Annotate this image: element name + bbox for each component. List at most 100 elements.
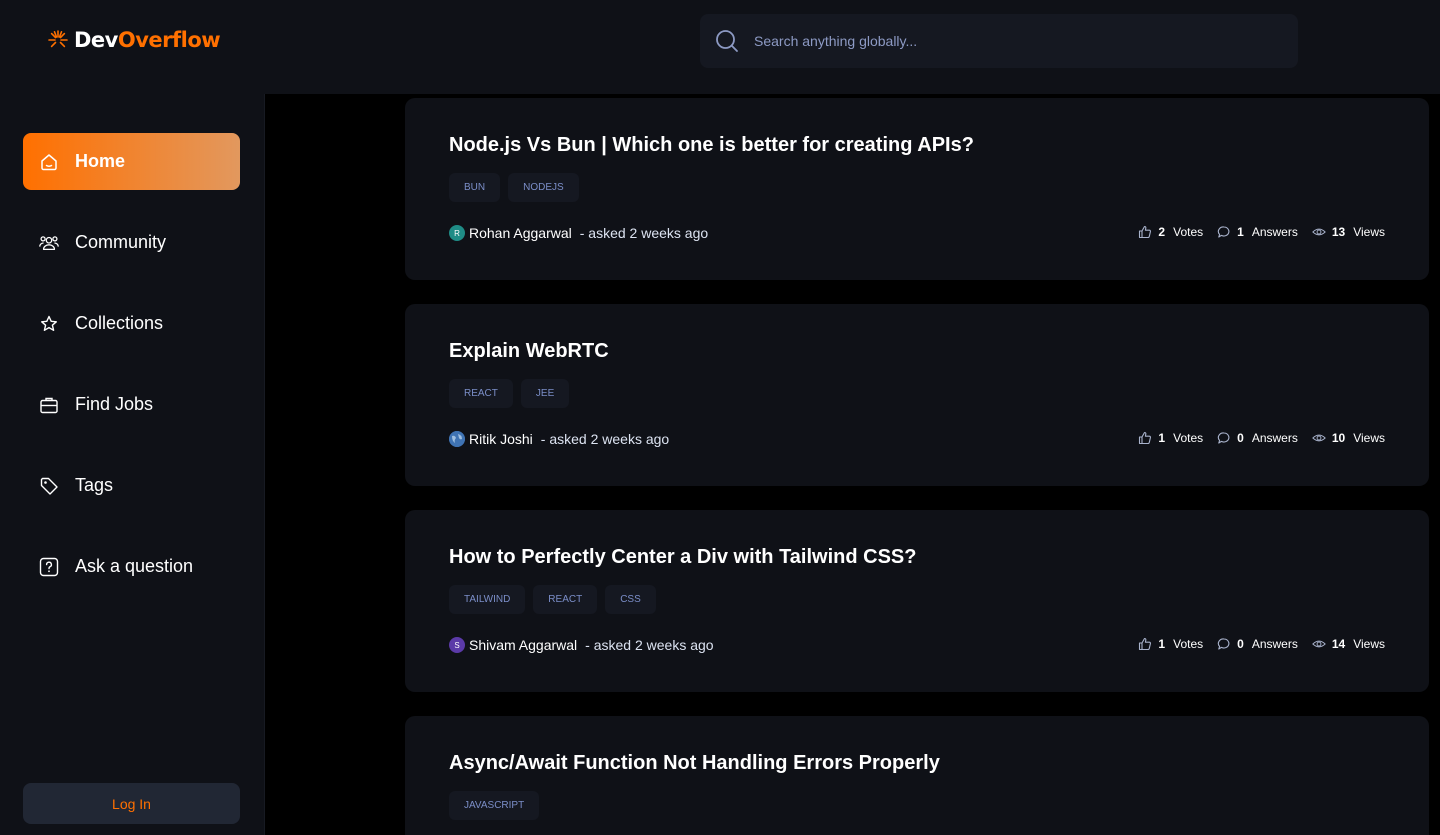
thumbs-up-icon — [1138, 637, 1152, 651]
sidebar-item-collections[interactable]: Collections — [23, 295, 240, 352]
views-count: 13 — [1331, 225, 1346, 239]
answers-label: Answers — [1251, 431, 1298, 445]
avatar[interactable]: R — [449, 225, 465, 241]
answers-stat: 1 Answers — [1217, 225, 1298, 239]
question-stats: 1 Votes 0 Answers 14 Views — [1138, 637, 1385, 651]
views-count: 10 — [1331, 431, 1346, 445]
avatar[interactable]: S — [449, 637, 465, 653]
question-title[interactable]: How to Perfectly Center a Div with Tailw… — [449, 546, 916, 569]
author-name[interactable]: Ritik Joshi — [469, 431, 533, 447]
login-button[interactable]: Log In — [23, 783, 240, 824]
votes-label: Votes — [1173, 637, 1204, 651]
tag-badge[interactable]: JEE — [520, 379, 570, 408]
question-stats: 2 Votes 1 Answers 13 Views — [1138, 225, 1385, 239]
answers-label: Answers — [1251, 225, 1298, 239]
thumbs-up-icon — [1138, 431, 1152, 445]
votes-count: 1 — [1158, 637, 1166, 651]
comment-icon — [1217, 637, 1231, 651]
eye-icon — [1312, 431, 1326, 445]
question-meta: S Shivam Aggarwal - asked 2 weeks ago — [449, 637, 714, 653]
tag-badge[interactable]: JAVASCRIPT — [449, 791, 540, 820]
sidebar-item-community[interactable]: Community — [23, 214, 240, 271]
question-title[interactable]: Async/Await Function Not Handling Errors… — [449, 752, 940, 775]
views-count: 14 — [1331, 637, 1346, 651]
votes-label: Votes — [1173, 431, 1204, 445]
comment-icon — [1217, 431, 1231, 445]
votes-stat: 1 Votes — [1138, 431, 1203, 445]
logo-icon — [48, 30, 68, 48]
sidebar-item-ask-question[interactable]: Ask a question — [23, 538, 240, 595]
sidebar-item-label: Tags — [75, 475, 114, 495]
tag-list: REACT JEE — [449, 379, 570, 408]
answers-count: 0 — [1237, 637, 1244, 651]
logo-text-dev: Dev — [74, 28, 118, 52]
tag-list: TAILWIND REACT CSS — [449, 585, 656, 614]
comment-icon — [1217, 225, 1231, 239]
author-name[interactable]: Rohan Aggarwal — [469, 225, 572, 241]
question-title[interactable]: Node.js Vs Bun | Which one is better for… — [449, 134, 974, 157]
views-label: Views — [1353, 637, 1385, 651]
sidebar-item-label: Find Jobs — [75, 394, 154, 414]
globe-avatar-icon — [449, 431, 465, 447]
logo-text-overflow: Overflow — [117, 28, 221, 52]
search-input[interactable] — [754, 28, 1274, 54]
avatar[interactable] — [449, 431, 465, 447]
question-title[interactable]: Explain WebRTC — [449, 340, 609, 363]
sidebar-item-label: Community — [75, 232, 167, 252]
top-bar: DevOverflow — [0, 0, 1440, 94]
tag-badge[interactable]: BUN — [449, 173, 501, 202]
question-icon — [39, 557, 59, 577]
tag-icon — [39, 476, 59, 496]
tag-badge[interactable]: TAILWIND — [449, 585, 526, 614]
answers-stat: 0 Answers — [1217, 431, 1298, 445]
eye-icon — [1312, 637, 1326, 651]
views-stat: 14 Views — [1312, 637, 1385, 651]
views-label: Views — [1353, 225, 1385, 239]
sidebar-item-home[interactable]: Home — [23, 133, 240, 190]
votes-stat: 2 Votes — [1138, 225, 1203, 239]
asked-time: - asked 2 weeks ago — [540, 431, 670, 447]
thumbs-up-icon — [1138, 225, 1152, 239]
question-card[interactable]: Async/Await Function Not Handling Errors… — [405, 716, 1429, 835]
question-meta: R Rohan Aggarwal - asked 2 weeks ago — [449, 225, 708, 241]
answers-count: 0 — [1237, 431, 1244, 445]
logo-text: DevOverflow — [74, 28, 221, 52]
views-stat: 10 Views — [1312, 431, 1385, 445]
login-label: Log In — [112, 795, 151, 812]
sidebar-item-tags[interactable]: Tags — [23, 457, 240, 514]
tag-list: JAVASCRIPT — [449, 791, 540, 820]
answers-label: Answers — [1251, 637, 1298, 651]
tag-badge[interactable]: CSS — [605, 585, 656, 614]
tag-badge[interactable]: REACT — [449, 379, 513, 408]
global-search — [700, 14, 1298, 68]
asked-time: - asked 2 weeks ago — [585, 637, 714, 653]
tag-badge[interactable]: NODEJS — [508, 173, 579, 202]
asked-time: - asked 2 weeks ago — [579, 225, 709, 241]
votes-stat: 1 Votes — [1138, 637, 1203, 651]
users-icon — [39, 233, 59, 253]
sidebar-item-label: Collections — [75, 313, 164, 333]
question-card[interactable]: Explain WebRTC REACT JEE Ritik Joshi - a… — [405, 304, 1429, 486]
views-stat: 13 Views — [1312, 225, 1385, 239]
home-icon — [39, 152, 59, 172]
answers-stat: 0 Answers — [1217, 637, 1298, 651]
question-card[interactable]: Node.js Vs Bun | Which one is better for… — [405, 98, 1429, 280]
sidebar-item-label: Home — [75, 151, 126, 171]
search-icon — [716, 30, 738, 52]
tag-list: BUN NODEJS — [449, 173, 579, 202]
author-name[interactable]: Shivam Aggarwal — [469, 637, 577, 653]
votes-count: 1 — [1158, 431, 1166, 445]
eye-icon — [1312, 225, 1326, 239]
star-icon — [39, 314, 59, 334]
left-sidebar: Home Community Collections Find Jobs Tag… — [0, 94, 265, 835]
sidebar-item-label: Ask a question — [75, 556, 194, 576]
logo[interactable]: DevOverflow — [46, 28, 221, 52]
question-card[interactable]: How to Perfectly Center a Div with Tailw… — [405, 510, 1429, 692]
answers-count: 1 — [1237, 225, 1244, 239]
question-meta: Ritik Joshi - asked 2 weeks ago — [449, 431, 669, 447]
votes-label: Votes — [1173, 225, 1204, 239]
sidebar-item-find-jobs[interactable]: Find Jobs — [23, 376, 240, 433]
tag-badge[interactable]: REACT — [533, 585, 598, 614]
views-label: Views — [1353, 431, 1385, 445]
briefcase-icon — [39, 395, 59, 415]
